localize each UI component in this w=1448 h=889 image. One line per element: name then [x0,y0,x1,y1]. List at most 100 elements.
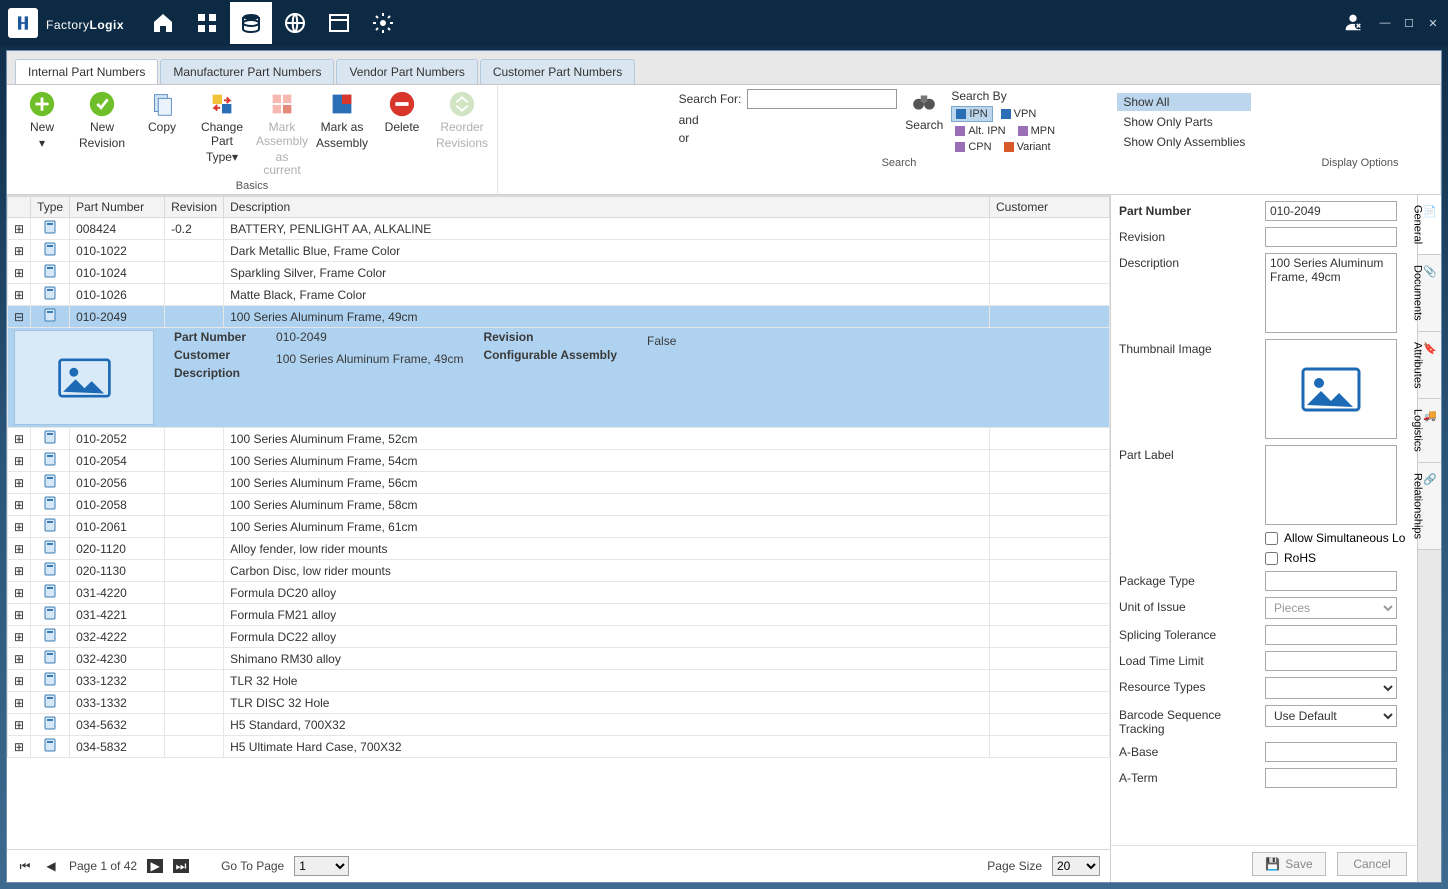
toolbar-home-icon[interactable] [142,2,184,44]
prop-input-package-type[interactable] [1265,571,1397,591]
expand-icon[interactable]: ⊞ [8,692,31,714]
display-opt-show-all[interactable]: Show All [1117,93,1251,111]
prop-input-part-label[interactable] [1265,445,1397,525]
table-row[interactable]: ⊞033-1232TLR 32 Hole [8,670,1110,692]
chip-vpn[interactable]: VPN [997,106,1041,122]
table-row[interactable]: ⊞010-1022Dark Metallic Blue, Frame Color [8,240,1110,262]
ribbon-copy-button[interactable]: Copy [137,89,187,135]
ribbon-delete-button[interactable]: Delete [377,89,427,135]
cancel-button[interactable]: Cancel [1337,852,1407,876]
chip-mpn[interactable]: MPN [1014,124,1059,138]
close-button[interactable]: ✕ [1426,16,1440,30]
side-tab-relationships[interactable]: 🔗Relationships [1418,463,1441,550]
col-type[interactable]: Type [31,197,70,218]
table-row[interactable]: ⊞032-4230Shimano RM30 alloy [8,648,1110,670]
col-part-number[interactable]: Part Number [70,197,165,218]
pager-size-select[interactable]: 20 [1052,856,1100,876]
prop-input-revision[interactable] [1265,227,1397,247]
chip-altipn[interactable]: Alt. IPN [951,124,1009,138]
toolbar-db-icon[interactable] [230,2,272,44]
side-tab-documents[interactable]: 📎Documents [1418,255,1441,332]
user-icon[interactable] [1342,11,1364,36]
prop-allow-simultaneous-lo[interactable]: Allow Simultaneous Lo [1265,531,1409,545]
prop-input-resource-types[interactable] [1265,677,1397,699]
table-row[interactable]: ⊞008424-0.2BATTERY, PENLIGHT AA, ALKALIN… [8,218,1110,240]
table-row[interactable]: ⊞010-2058100 Series Aluminum Frame, 58cm [8,494,1110,516]
prop-input-part-number[interactable] [1265,201,1397,221]
save-button[interactable]: 💾Save [1252,852,1325,876]
pager-goto-select[interactable]: 1 [294,856,349,876]
expand-icon[interactable]: ⊟ [8,306,31,328]
table-row[interactable]: ⊞010-2052100 Series Aluminum Frame, 52cm [8,428,1110,450]
pager-last-icon[interactable]: ⏭ [173,859,189,873]
tab-internal-part-numbers[interactable]: Internal Part Numbers [15,59,158,84]
chip-variant[interactable]: Variant [1000,140,1055,154]
table-row[interactable]: ⊞010-1024Sparkling Silver, Frame Color [8,262,1110,284]
expand-icon[interactable]: ⊞ [8,648,31,670]
expand-icon[interactable]: ⊞ [8,218,31,240]
table-row[interactable]: ⊞010-2056100 Series Aluminum Frame, 56cm [8,472,1110,494]
maximize-button[interactable]: ☐ [1402,16,1416,30]
prop-input-splicing-tolerance[interactable] [1265,625,1397,645]
side-tab-attributes[interactable]: 🔖Attributes [1418,332,1441,399]
table-row[interactable]: ⊞010-1026Matte Black, Frame Color [8,284,1110,306]
toolbar-globe-icon[interactable] [274,2,316,44]
tab-customer-part-numbers[interactable]: Customer Part Numbers [480,59,635,84]
toolbar-gear-icon[interactable] [362,2,404,44]
expand-icon[interactable]: ⊞ [8,736,31,758]
table-row[interactable]: ⊞010-2054100 Series Aluminum Frame, 54cm [8,450,1110,472]
expand-icon[interactable]: ⊞ [8,516,31,538]
prop-input-barcode-sequence-tracking[interactable]: Use Default [1265,705,1397,727]
minimize-button[interactable]: — [1378,16,1392,30]
expand-icon[interactable]: ⊞ [8,284,31,306]
chip-cpn[interactable]: CPN [951,140,995,154]
expand-icon[interactable]: ⊞ [8,494,31,516]
table-row[interactable]: ⊞032-4222Formula DC22 alloy [8,626,1110,648]
table-row[interactable]: ⊞031-4220Formula DC20 alloy [8,582,1110,604]
col-customer[interactable]: Customer [990,197,1110,218]
expand-icon[interactable]: ⊞ [8,604,31,626]
expand-icon[interactable]: ⊞ [8,240,31,262]
display-opt-show-only-assemblies[interactable]: Show Only Assemblies [1117,133,1251,151]
tab-manufacturer-part-numbers[interactable]: Manufacturer Part Numbers [160,59,334,84]
expand-icon[interactable]: ⊞ [8,626,31,648]
expand-icon[interactable]: ⊞ [8,450,31,472]
ribbon-new-rev-button[interactable]: NewRevision [77,89,127,151]
side-tab-logistics[interactable]: 🚚Logistics [1418,399,1441,463]
prop-input-a-term[interactable] [1265,768,1397,788]
expand-icon[interactable]: ⊞ [8,472,31,494]
expand-icon[interactable]: ⊞ [8,714,31,736]
ribbon-new-button[interactable]: New▾ [17,89,67,151]
table-row[interactable]: ⊞034-5632H5 Standard, 700X32 [8,714,1110,736]
table-row[interactable]: ⊞010-2061100 Series Aluminum Frame, 61cm [8,516,1110,538]
side-tab-general[interactable]: 📄General [1418,195,1441,255]
col-description[interactable]: Description [224,197,990,218]
expand-icon[interactable]: ⊞ [8,582,31,604]
toolbar-grid-icon[interactable] [186,2,228,44]
pager-next-icon[interactable]: ▶ [147,859,163,873]
prop-input-unit-of-issue[interactable]: Pieces [1265,597,1397,619]
expand-icon[interactable]: ⊞ [8,262,31,284]
pager-prev-icon[interactable]: ◀ [43,859,59,873]
toolbar-window-icon[interactable] [318,2,360,44]
table-row[interactable]: ⊟010-2049100 Series Aluminum Frame, 49cm [8,306,1110,328]
prop-input-description[interactable] [1265,253,1397,333]
table-row[interactable]: ⊞020-1120Alloy fender, low rider mounts [8,538,1110,560]
search-button[interactable]: Search [905,118,943,132]
col-expand[interactable] [8,197,31,218]
prop-input-load-time-limit[interactable] [1265,651,1397,671]
display-opt-show-only-parts[interactable]: Show Only Parts [1117,113,1251,131]
table-row[interactable]: ⊞034-5832H5 Ultimate Hard Case, 700X32 [8,736,1110,758]
pager-first-icon[interactable]: ⏮ [17,859,33,873]
table-row[interactable]: ⊞020-1130Carbon Disc, low rider mounts [8,560,1110,582]
tab-vendor-part-numbers[interactable]: Vendor Part Numbers [336,59,477,84]
prop-input-a-base[interactable] [1265,742,1397,762]
ribbon-change-type-button[interactable]: Change PartType▾ [197,89,247,164]
prop-rohs[interactable]: RoHS [1265,551,1409,565]
expand-icon[interactable]: ⊞ [8,560,31,582]
expand-icon[interactable]: ⊞ [8,538,31,560]
expand-icon[interactable]: ⊞ [8,428,31,450]
table-row[interactable]: ⊞031-4221Formula FM21 alloy [8,604,1110,626]
chip-ipn[interactable]: IPN [951,106,992,122]
col-revision[interactable]: Revision [165,197,224,218]
